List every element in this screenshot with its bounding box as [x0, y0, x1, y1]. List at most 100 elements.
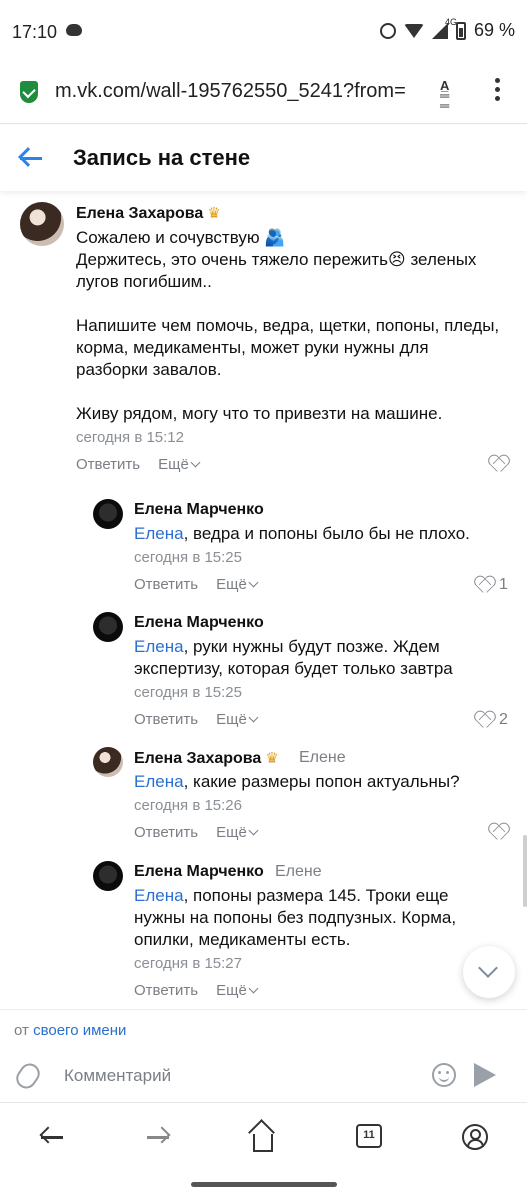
page-title: Запись на стене	[73, 145, 251, 170]
comment-actions: Ответить Ещё	[134, 824, 259, 841]
tabs-icon[interactable]: 11	[356, 1124, 382, 1148]
comment-time[interactable]: сегодня в 15:27	[134, 955, 242, 972]
comment-author[interactable]: Елена Марченко	[134, 614, 264, 632]
comment-line-text: , ведра и попоны было бы не плохо.	[183, 524, 470, 543]
comment-line: Елена, попоны размера 145. Троки еще	[134, 885, 514, 907]
author-name[interactable]: Елена Захарова	[76, 205, 203, 222]
comment-line: разборки завалов.	[76, 360, 222, 379]
comment-time[interactable]: сегодня в 15:12	[76, 429, 184, 446]
like-count: 2	[499, 711, 508, 728]
attach-paperclip-icon[interactable]	[12, 1059, 44, 1093]
author-name[interactable]: Елена Захарова	[134, 750, 261, 767]
reply-button[interactable]: Ответить	[134, 711, 198, 728]
comment-line	[76, 293, 516, 315]
comment-line: Сожалею и сочувствую 🫂	[76, 228, 286, 247]
author-name[interactable]: Елена Марченко	[134, 614, 264, 631]
comment-line: Елена, руки нужны будут позже. Ждем	[134, 636, 514, 658]
comment-time[interactable]: сегодня в 15:25	[134, 549, 242, 566]
comment-author[interactable]: Елена Захарова ♛	[76, 204, 221, 223]
post-as-link[interactable]: своего имени	[33, 1022, 126, 1039]
comment-time[interactable]: сегодня в 15:25	[134, 684, 242, 701]
comment: Елена Марченко Елене Елена, попоны разме…	[0, 853, 527, 1009]
comment-line: Живу рядом, могу что то привезти на маши…	[76, 404, 443, 423]
chevron-down-icon	[190, 457, 201, 468]
reply-to-label[interactable]: Елене	[299, 749, 346, 767]
comment-text: Елена, какие размеры попон актуальны?	[134, 771, 514, 793]
comment-time[interactable]: сегодня в 15:26	[134, 797, 242, 814]
heart-icon	[489, 824, 507, 840]
reply-button[interactable]: Ответить	[76, 456, 140, 473]
comments-list[interactable]: Елена Захарова ♛ Сожалею и сочувствую 🫂 Д…	[0, 191, 527, 1009]
home-icon[interactable]	[253, 1134, 273, 1152]
avatar[interactable]	[93, 747, 123, 777]
comment: Елена Захарова ♛ Сожалею и сочувствую 🫂 Д…	[0, 191, 527, 481]
more-menu-icon[interactable]	[493, 78, 501, 104]
status-icons: 4G 69 %	[379, 17, 515, 41]
reply-button[interactable]: Ответить	[134, 824, 198, 841]
avatar[interactable]	[93, 861, 123, 891]
more-label: Ещё	[216, 711, 247, 728]
mention-link[interactable]: Елена	[134, 886, 184, 905]
comment-line: Держитесь, это очень тяжело пережить😣 зе…	[76, 250, 477, 269]
comment-line: Елена, ведра и попоны было бы не плохо.	[134, 523, 514, 545]
more-button[interactable]: Ещё	[216, 576, 259, 593]
status-bar: 17:10 4G 69 %	[0, 0, 527, 66]
comment-line: экспертизу, которая будет только завтра	[134, 659, 453, 678]
mention-link[interactable]: Елена	[134, 637, 184, 656]
from-prefix: от	[14, 1022, 29, 1039]
comment-text: Елена, руки нужны будут позже. Ждем эксп…	[134, 636, 514, 680]
like-button[interactable]	[489, 824, 513, 840]
comment: Елена Захарова ♛ Елене Елена, какие разме…	[0, 739, 527, 849]
heart-icon	[475, 577, 493, 593]
comment-line: лугов погибшим..	[76, 272, 212, 291]
comment-actions: Ответить Ещё	[76, 456, 201, 473]
avatar[interactable]	[93, 499, 123, 529]
page-header: Запись на стене	[0, 125, 527, 191]
avatar[interactable]	[20, 202, 64, 246]
chevron-down-icon	[478, 958, 498, 978]
more-button[interactable]: Ещё	[216, 982, 259, 999]
avatar[interactable]	[93, 612, 123, 642]
comment-author[interactable]: Елена Марченко	[134, 501, 264, 519]
reply-button[interactable]: Ответить	[134, 576, 198, 593]
more-label: Ещё	[216, 824, 247, 841]
chevron-down-icon	[248, 577, 259, 588]
send-icon[interactable]	[474, 1063, 496, 1087]
comment-line: Напишите чем помочь, ведра, щетки, попон…	[76, 316, 500, 335]
crown-icon: ♛	[207, 205, 221, 222]
author-name[interactable]: Елена Марченко	[134, 863, 264, 880]
comment-author[interactable]: Елена Захарова ♛	[134, 749, 279, 768]
like-button[interactable]: 2	[475, 711, 508, 729]
back-arrow-icon[interactable]	[18, 146, 44, 170]
reader-mode-icon[interactable]: A̲ ═ ═	[440, 79, 462, 112]
comment-author[interactable]: Елена Марченко	[134, 863, 264, 881]
scrollbar-thumb[interactable]	[523, 835, 527, 907]
url-field[interactable]: m.vk.com/wall-195762550_5241?from=	[55, 80, 427, 103]
scroll-down-button[interactable]	[463, 946, 515, 998]
account-icon[interactable]	[462, 1124, 488, 1150]
battery-icon	[455, 21, 466, 40]
reply-to-label[interactable]: Елене	[275, 863, 322, 881]
forward-arrow-icon[interactable]	[145, 1124, 171, 1150]
status-time: 17:10	[12, 22, 58, 42]
wifi-icon	[403, 23, 424, 38]
secure-shield-icon[interactable]	[20, 81, 38, 103]
comment-input[interactable]	[64, 1059, 414, 1093]
comment-line: Елена, какие размеры попон актуальны?	[134, 771, 514, 793]
like-button[interactable]: 1	[475, 576, 508, 594]
notification-cloud-icon	[66, 24, 82, 36]
browser-nav-bar: 11	[0, 1104, 527, 1170]
back-arrow-icon[interactable]	[39, 1124, 65, 1150]
author-name[interactable]: Елена Марченко	[134, 501, 264, 518]
reply-button[interactable]: Ответить	[134, 982, 198, 999]
more-button[interactable]: Ещё	[216, 824, 259, 841]
more-button[interactable]: Ещё	[158, 456, 201, 473]
mention-link[interactable]: Елена	[134, 772, 184, 791]
comment-composer	[0, 1049, 527, 1103]
mention-link[interactable]: Елена	[134, 524, 184, 543]
emoji-icon[interactable]	[432, 1063, 456, 1087]
more-button[interactable]: Ещё	[216, 711, 259, 728]
comment-actions: Ответить Ещё	[134, 982, 259, 999]
like-button[interactable]	[489, 456, 513, 472]
gesture-bar[interactable]	[191, 1182, 337, 1187]
